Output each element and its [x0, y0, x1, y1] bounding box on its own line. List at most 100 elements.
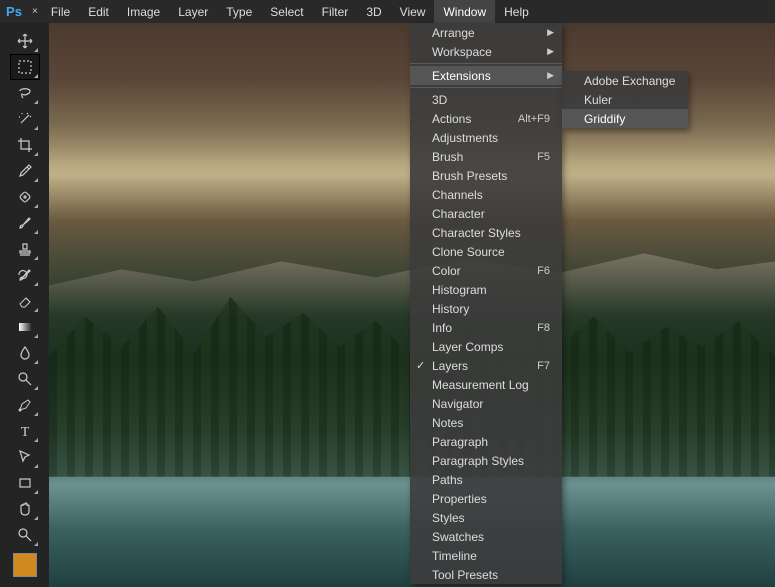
menu-item-label: Adjustments	[432, 131, 498, 145]
window-menu-notes[interactable]: Notes	[410, 413, 562, 432]
window-menu-paragraph-styles[interactable]: Paragraph Styles	[410, 451, 562, 470]
menu-item-label: Brush	[432, 150, 463, 164]
check-icon: ✓	[416, 359, 425, 372]
brush-tool[interactable]	[11, 211, 39, 235]
menu-item-label: Info	[432, 321, 452, 335]
window-menu-channels[interactable]: Channels	[410, 185, 562, 204]
menu-item-label: Styles	[432, 511, 465, 525]
submenu-arrow-icon: ▶	[547, 46, 554, 57]
window-menu-character[interactable]: Character	[410, 204, 562, 223]
window-menu-3d[interactable]: 3D	[410, 90, 562, 109]
window-menu-workspace[interactable]: Workspace ▶	[410, 42, 562, 61]
zoom-tool[interactable]	[11, 523, 39, 547]
window-menu-info[interactable]: InfoF8	[410, 318, 562, 337]
window-menu-navigator[interactable]: Navigator	[410, 394, 562, 413]
menu-layer[interactable]: Layer	[169, 0, 217, 23]
doc-close-icon[interactable]: ×	[28, 6, 42, 17]
pen-tool[interactable]	[11, 393, 39, 417]
window-menu-measurement-log[interactable]: Measurement Log	[410, 375, 562, 394]
window-menu-actions[interactable]: ActionsAlt+F9	[410, 109, 562, 128]
menu-item-label: Histogram	[432, 283, 487, 297]
window-menu-extensions[interactable]: Extensions ▶	[410, 66, 562, 85]
dodge-tool[interactable]	[11, 367, 39, 391]
eraser-tool[interactable]	[11, 289, 39, 313]
menu-item-label: Paragraph Styles	[432, 454, 524, 468]
tools-panel: T	[0, 23, 49, 587]
extensions-menu-adobe-exchange[interactable]: Adobe Exchange	[562, 71, 688, 90]
menu-shortcut: F7	[537, 360, 550, 372]
menu-item-label: Arrange	[432, 26, 475, 40]
submenu-arrow-icon: ▶	[547, 70, 554, 81]
window-menu-swatches[interactable]: Swatches	[410, 527, 562, 546]
menu-item-label: Workspace	[432, 45, 492, 59]
extensions-menu-griddify[interactable]: Griddify	[562, 109, 688, 128]
menu-type[interactable]: Type	[217, 0, 261, 23]
hand-tool[interactable]	[11, 497, 39, 521]
window-menu-tool-presets[interactable]: Tool Presets	[410, 565, 562, 584]
menu-item-label: Character	[432, 207, 485, 221]
menu-select[interactable]: Select	[261, 0, 312, 23]
menu-item-label: 3D	[432, 93, 447, 107]
eyedropper-tool[interactable]	[11, 159, 39, 183]
menu-image[interactable]: Image	[118, 0, 169, 23]
menu-item-label: Timeline	[432, 549, 477, 563]
crop-tool[interactable]	[11, 133, 39, 157]
window-menu-color[interactable]: ColorF6	[410, 261, 562, 280]
clone-stamp-tool[interactable]	[11, 237, 39, 261]
window-menu-histogram[interactable]: Histogram	[410, 280, 562, 299]
menu-help[interactable]: Help	[495, 0, 538, 23]
type-tool[interactable]: T	[11, 419, 39, 443]
menu-3d[interactable]: 3D	[357, 0, 390, 23]
menu-bar: Ps × FileEditImageLayerTypeSelectFilter3…	[0, 0, 775, 23]
window-menu-paths[interactable]: Paths	[410, 470, 562, 489]
menu-shortcut: F6	[537, 265, 550, 277]
menu-view[interactable]: View	[391, 0, 435, 23]
menu-item-label: Kuler	[584, 93, 612, 107]
menu-item-label: Tool Presets	[432, 568, 498, 582]
history-brush-tool[interactable]	[11, 263, 39, 287]
blur-tool[interactable]	[11, 341, 39, 365]
healing-brush-tool[interactable]	[11, 185, 39, 209]
window-menu-adjustments[interactable]: Adjustments	[410, 128, 562, 147]
window-menu-properties[interactable]: Properties	[410, 489, 562, 508]
menu-item-label: Navigator	[432, 397, 483, 411]
magic-wand-tool[interactable]	[11, 107, 39, 131]
window-menu-paragraph[interactable]: Paragraph	[410, 432, 562, 451]
menu-item-label: Brush Presets	[432, 169, 507, 183]
submenu-arrow-icon: ▶	[547, 27, 554, 38]
gradient-tool[interactable]	[11, 315, 39, 339]
window-menu-layers[interactable]: LayersF7✓	[410, 356, 562, 375]
window-menu-brush[interactable]: Brush F5	[410, 147, 562, 166]
window-menu-arrange[interactable]: Arrange ▶	[410, 23, 562, 42]
window-menu-styles[interactable]: Styles	[410, 508, 562, 527]
menu-item-label: Extensions	[432, 69, 491, 83]
path-selection-tool[interactable]	[11, 445, 39, 469]
menu-window[interactable]: Window	[434, 0, 495, 23]
app-logo: Ps	[0, 0, 28, 23]
menu-separator	[410, 87, 562, 88]
menu-file[interactable]: File	[42, 0, 79, 23]
menu-separator	[410, 63, 562, 64]
lasso-tool[interactable]	[11, 81, 39, 105]
foreground-color-swatch[interactable]	[13, 553, 37, 577]
menu-item-label: Actions	[432, 112, 471, 126]
menu-item-label: Layer Comps	[432, 340, 503, 354]
window-menu-layer-comps[interactable]: Layer Comps	[410, 337, 562, 356]
menu-item-label: Paths	[432, 473, 463, 487]
marquee-tool[interactable]	[11, 55, 39, 79]
window-menu-dropdown: Arrange ▶ Workspace ▶ Extensions ▶ 3D ActionsAl…	[410, 23, 562, 584]
menu-filter[interactable]: Filter	[313, 0, 358, 23]
move-tool[interactable]	[11, 29, 39, 53]
window-menu-timeline[interactable]: Timeline	[410, 546, 562, 565]
menu-shortcut: F5	[537, 151, 550, 163]
rectangle-tool[interactable]	[11, 471, 39, 495]
window-menu-history[interactable]: History	[410, 299, 562, 318]
window-menu-brush-presets[interactable]: Brush Presets	[410, 166, 562, 185]
menu-edit[interactable]: Edit	[79, 0, 118, 23]
window-menu-clone-source[interactable]: Clone Source	[410, 242, 562, 261]
extensions-menu-kuler[interactable]: Kuler	[562, 90, 688, 109]
window-menu-character-styles[interactable]: Character Styles	[410, 223, 562, 242]
svg-text:T: T	[20, 425, 29, 439]
menu-item-label: Swatches	[432, 530, 484, 544]
menu-item-label: Paragraph	[432, 435, 488, 449]
